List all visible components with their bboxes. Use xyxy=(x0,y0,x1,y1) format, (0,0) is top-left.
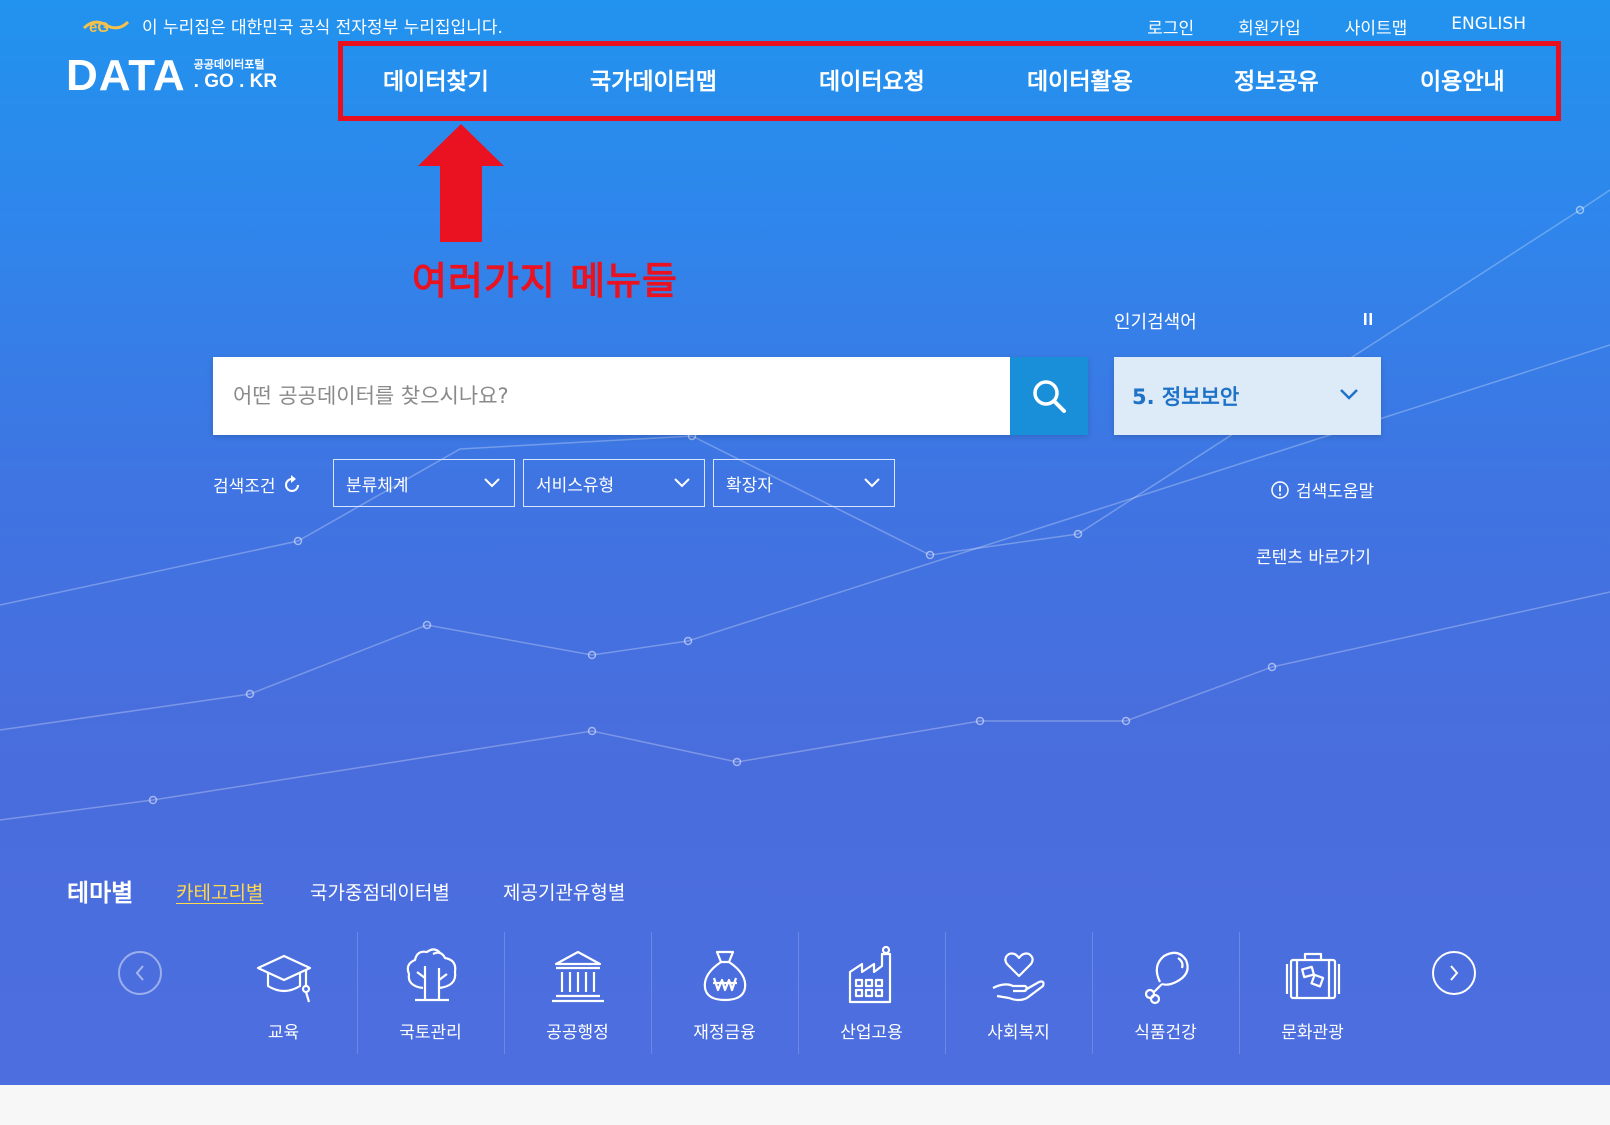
hero-section: eG 이 누리집은 대한민국 공식 전자정부 누리집입니다. 로그인 회원가입 … xyxy=(0,0,1610,1085)
category-culture-tourism[interactable]: 문화관광 xyxy=(1239,932,1386,1054)
logo-small-text: 공공데이터포털 xyxy=(193,58,265,71)
search-icon xyxy=(1033,380,1066,413)
filter-extension[interactable]: 확장자 xyxy=(713,459,895,507)
theme-tabs-title: 테마별 xyxy=(67,879,134,907)
chevron-down-icon xyxy=(674,478,690,488)
svg-text:eG: eG xyxy=(89,19,109,36)
search-help-link[interactable]: 검색도움말 xyxy=(1270,477,1374,502)
content-shortcut-link[interactable]: 콘텐츠 바로가기 xyxy=(1256,543,1371,568)
category-label: 식품건강 xyxy=(1134,1023,1197,1043)
chevron-down-icon xyxy=(484,478,500,488)
tab-provider-type[interactable]: 제공기관유형별 xyxy=(503,878,625,905)
search-box xyxy=(213,357,1088,435)
chevron-right-icon xyxy=(1450,965,1459,981)
carousel-next-button[interactable] xyxy=(1432,951,1476,995)
category-industry-employment[interactable]: 산업고용 xyxy=(798,932,945,1054)
tab-category[interactable]: 카테고리별 xyxy=(176,878,263,905)
logo-domain-text: . GO . KR xyxy=(193,71,278,92)
graduation-cap-icon xyxy=(256,954,311,1003)
sitemap-link[interactable]: 사이트맵 xyxy=(1345,14,1408,39)
egov-logo-icon: eG xyxy=(82,19,130,36)
search-input[interactable] xyxy=(213,357,1010,435)
site-logo[interactable]: DATA 공공데이터포털 . GO . KR xyxy=(66,52,277,100)
category-label: 교육 xyxy=(267,1023,300,1043)
chevron-down-icon xyxy=(1340,389,1358,400)
annotation-text: 여러가지 메뉴들 xyxy=(412,259,678,303)
main-navigation: 데이터찾기 국가데이터맵 데이터요청 데이터활용 정보공유 이용안내 xyxy=(338,52,1561,108)
tree-icon xyxy=(406,948,456,1002)
category-list: 교육 국토관리 공공행정 재정금융 산업고용 사회복지 식품건강 문화관광 xyxy=(210,932,1386,1054)
search-conditions: 검색조건 xyxy=(213,472,302,497)
category-food-health[interactable]: 식품건강 xyxy=(1092,932,1239,1054)
category-label: 문화관광 xyxy=(1281,1023,1344,1043)
english-link[interactable]: ENGLISH xyxy=(1451,14,1526,39)
popular-keywords-dropdown[interactable]: 5. 정보보안 xyxy=(1114,357,1381,435)
filter-label: 서비스유형 xyxy=(536,475,615,496)
utility-links: 로그인 회원가입 사이트맵 ENGLISH xyxy=(1147,14,1526,39)
tab-national-key-data[interactable]: 국가중점데이터별 xyxy=(310,878,450,905)
pause-icon[interactable] xyxy=(1362,312,1374,326)
suitcase-icon xyxy=(1285,952,1340,1000)
gov-banner-text: 이 누리집은 대한민국 공식 전자정부 누리집입니다. xyxy=(142,17,503,38)
filter-classification[interactable]: 분류체계 xyxy=(333,459,515,507)
category-label: 국토관리 xyxy=(399,1023,462,1043)
category-land-management[interactable]: 국토관리 xyxy=(357,932,504,1054)
popular-keywords-label: 인기검색어 xyxy=(1114,312,1197,333)
category-social-welfare[interactable]: 사회복지 xyxy=(945,932,1092,1054)
money-bag-icon xyxy=(703,950,746,1002)
login-link[interactable]: 로그인 xyxy=(1147,14,1194,39)
category-label: 재정금융 xyxy=(693,1023,756,1043)
factory-icon xyxy=(848,945,891,1004)
gnb-data-use[interactable]: 데이터활용 xyxy=(1027,62,1133,96)
government-building-icon xyxy=(551,950,604,1003)
logo-main-text: DATA xyxy=(66,51,186,100)
search-button[interactable] xyxy=(1010,357,1088,435)
info-icon xyxy=(1271,480,1289,499)
popular-keyword-value: 5. 정보보안 xyxy=(1132,385,1240,409)
reset-icon[interactable] xyxy=(282,474,302,495)
heart-hand-icon xyxy=(992,952,1045,1002)
category-education[interactable]: 교육 xyxy=(210,932,357,1054)
signup-link[interactable]: 회원가입 xyxy=(1238,14,1301,39)
chevron-left-icon xyxy=(135,965,144,981)
gnb-national-data-map[interactable]: 국가데이터맵 xyxy=(590,62,717,96)
chevron-down-icon xyxy=(864,478,880,488)
carousel-prev-button[interactable] xyxy=(118,951,162,995)
gnb-info-sharing[interactable]: 정보공유 xyxy=(1234,62,1319,96)
search-help-label: 검색도움말 xyxy=(1296,482,1375,502)
category-finance[interactable]: 재정금융 xyxy=(651,932,798,1054)
gnb-usage-guide[interactable]: 이용안내 xyxy=(1420,62,1505,96)
annotation-arrow-icon xyxy=(418,124,504,242)
category-public-administration[interactable]: 공공행정 xyxy=(504,932,651,1054)
search-conditions-label: 검색조건 xyxy=(213,477,276,497)
gnb-data-request[interactable]: 데이터요청 xyxy=(819,62,925,96)
gnb-data-search[interactable]: 데이터찾기 xyxy=(383,62,489,96)
category-label: 공공행정 xyxy=(546,1023,609,1043)
category-label: 사회복지 xyxy=(987,1023,1050,1043)
drumstick-icon xyxy=(1144,951,1189,1005)
filter-service-type[interactable]: 서비스유형 xyxy=(523,459,705,507)
filter-label: 확장자 xyxy=(726,475,773,496)
category-label: 산업고용 xyxy=(840,1023,903,1043)
gov-banner: eG 이 누리집은 대한민국 공식 전자정부 누리집입니다. xyxy=(80,13,503,38)
filter-label: 분류체계 xyxy=(346,475,409,496)
